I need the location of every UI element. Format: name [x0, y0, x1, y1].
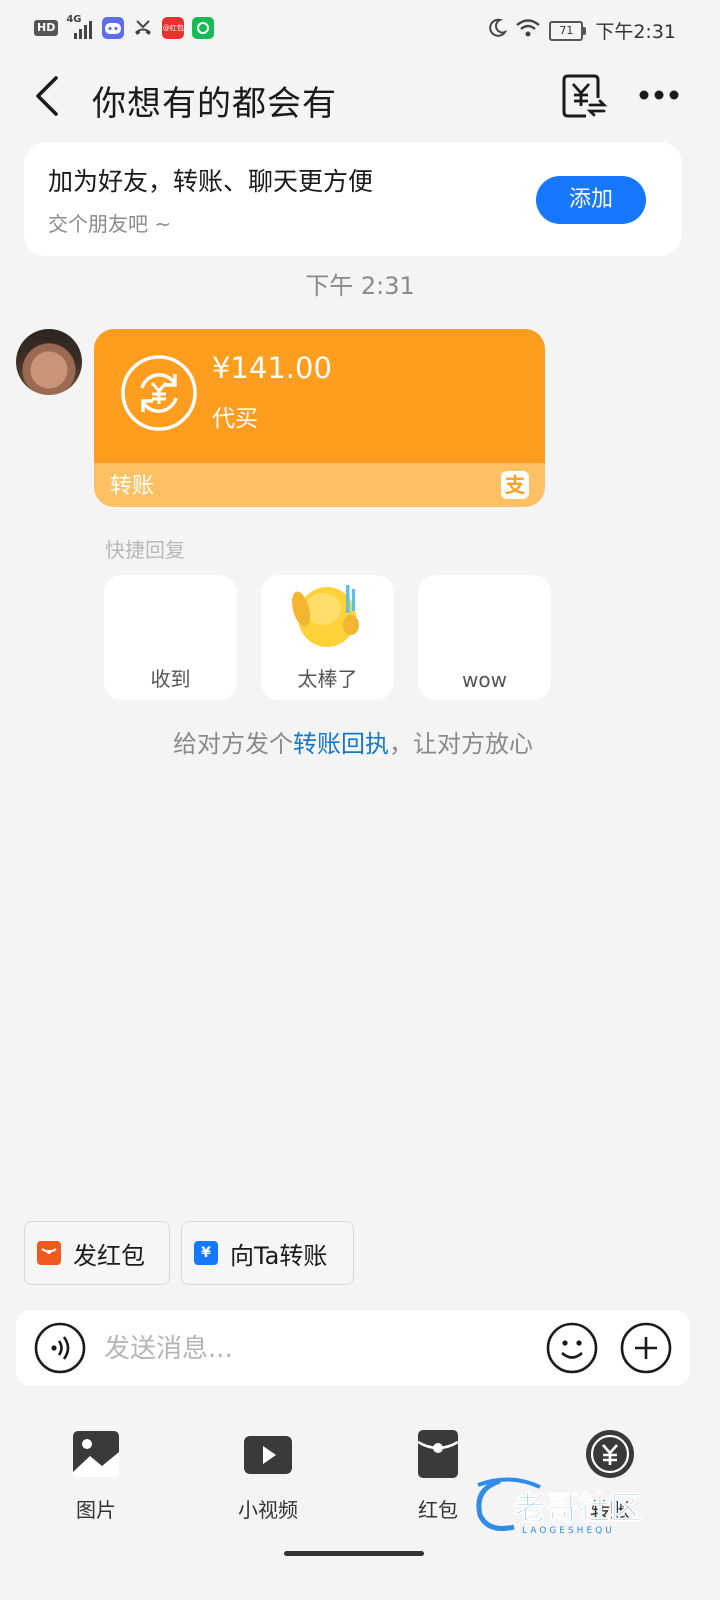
transfer-icon	[586, 1430, 634, 1478]
camera-app-icon	[192, 17, 215, 39]
toolbar-video[interactable]: 小视频	[208, 1428, 328, 1523]
toolbar-label: 小视频	[238, 1498, 298, 1522]
add-friend-card: 加为好友，转账、聊天更方便 交个朋友吧 ~ 添加	[24, 142, 682, 256]
voice-icon	[34, 1322, 86, 1374]
red-envelope-icon	[417, 1430, 459, 1478]
status-left: HD 4G @红包	[34, 14, 215, 39]
hd-badge: HD	[34, 20, 59, 36]
transfer-kind-label: 转账	[110, 474, 155, 499]
status-bar: HD 4G @红包 71 下午2:31	[0, 0, 720, 58]
transfer-card-footer: 转账 支	[94, 463, 545, 507]
status-time: 下午2:31	[595, 21, 676, 43]
emoji-button[interactable]	[546, 1322, 598, 1374]
transfer-icon: ¥	[194, 1241, 218, 1265]
video-icon	[244, 1436, 292, 1474]
quick-reply-label: 收到	[150, 667, 191, 691]
home-indicator[interactable]	[284, 1551, 424, 1556]
transfer-coin-icon	[121, 355, 197, 431]
transfer-to-ta-chip[interactable]: ¥ 向Ta转账	[181, 1221, 354, 1285]
weibo-label: @红包	[162, 24, 184, 32]
watermark-subtext: LAOGESHEQU	[522, 1526, 615, 1535]
back-button[interactable]	[28, 74, 68, 118]
quick-reply-label: wow	[462, 668, 507, 692]
transfer-note: 代买	[212, 406, 258, 432]
message-input-bar	[16, 1310, 690, 1386]
smile-icon	[546, 1322, 598, 1374]
bot-app-icon	[102, 17, 125, 39]
yuan-bill-icon	[562, 74, 608, 118]
add-friend-text: 加为好友，转账、聊天更方便	[48, 167, 374, 196]
message-timestamp: 下午 2:31	[305, 272, 415, 300]
quick-reply-item[interactable]: 收到	[104, 575, 237, 700]
wifi-icon	[515, 18, 541, 43]
more-dots-icon	[639, 90, 679, 100]
quick-reply-item[interactable]: 太棒了	[261, 575, 394, 700]
missed-call-icon	[132, 17, 154, 39]
transfer-card-top: ¥141.00 代买	[94, 329, 545, 463]
transfer-message-card[interactable]: ¥141.00 代买 转账 支	[94, 329, 545, 507]
receipt-suffix: ，让对方放心	[389, 730, 533, 758]
message-input[interactable]	[102, 1318, 526, 1380]
signal-icon: 4G	[66, 14, 94, 39]
quick-reply-item[interactable]: wow	[418, 575, 551, 700]
red-envelope-icon	[37, 1241, 61, 1265]
watermark-text: 老哥社区	[514, 1489, 642, 1527]
voice-button[interactable]	[34, 1322, 86, 1374]
toolbar-label: 图片	[76, 1498, 116, 1522]
receipt-hint: 给对方发个转账回执，让对方放心	[0, 724, 706, 759]
add-friend-subtext: 交个朋友吧 ~	[48, 212, 172, 236]
bill-button[interactable]	[560, 72, 608, 120]
add-friend-button[interactable]: 添加	[536, 176, 646, 224]
moon-icon	[487, 18, 508, 43]
page-title: 你想有的都会有	[92, 84, 337, 124]
watermark-logo: 老哥社区 LAOGESHEQU	[476, 1477, 643, 1535]
chat-header: 你想有的都会有	[0, 58, 720, 134]
clapping-emoji-icon	[291, 585, 359, 647]
chip-label: 向Ta转账	[230, 1241, 328, 1270]
status-right: 71 下午2:31	[487, 17, 676, 44]
battery-icon: 71	[549, 20, 587, 41]
quick-reply-label: 太棒了	[297, 667, 358, 691]
receipt-link[interactable]: 转账回执	[293, 730, 389, 758]
transfer-amount: ¥141.00	[212, 351, 332, 385]
send-red-envelope-chip[interactable]: 发红包	[24, 1221, 170, 1285]
chip-label: 发红包	[73, 1241, 145, 1270]
weibo-app-icon: @红包	[162, 17, 185, 39]
alipay-logo-icon: 支	[501, 471, 529, 499]
more-button[interactable]	[636, 80, 682, 110]
quick-reply-title: 快捷回复	[105, 538, 185, 562]
sender-avatar[interactable]	[16, 329, 82, 395]
more-actions-button[interactable]	[620, 1322, 672, 1374]
toolbar-image[interactable]: 图片	[36, 1428, 156, 1523]
chevron-left-icon	[36, 76, 58, 116]
image-icon	[73, 1431, 119, 1477]
plus-icon	[620, 1322, 672, 1374]
receipt-prefix: 给对方发个	[173, 730, 293, 758]
